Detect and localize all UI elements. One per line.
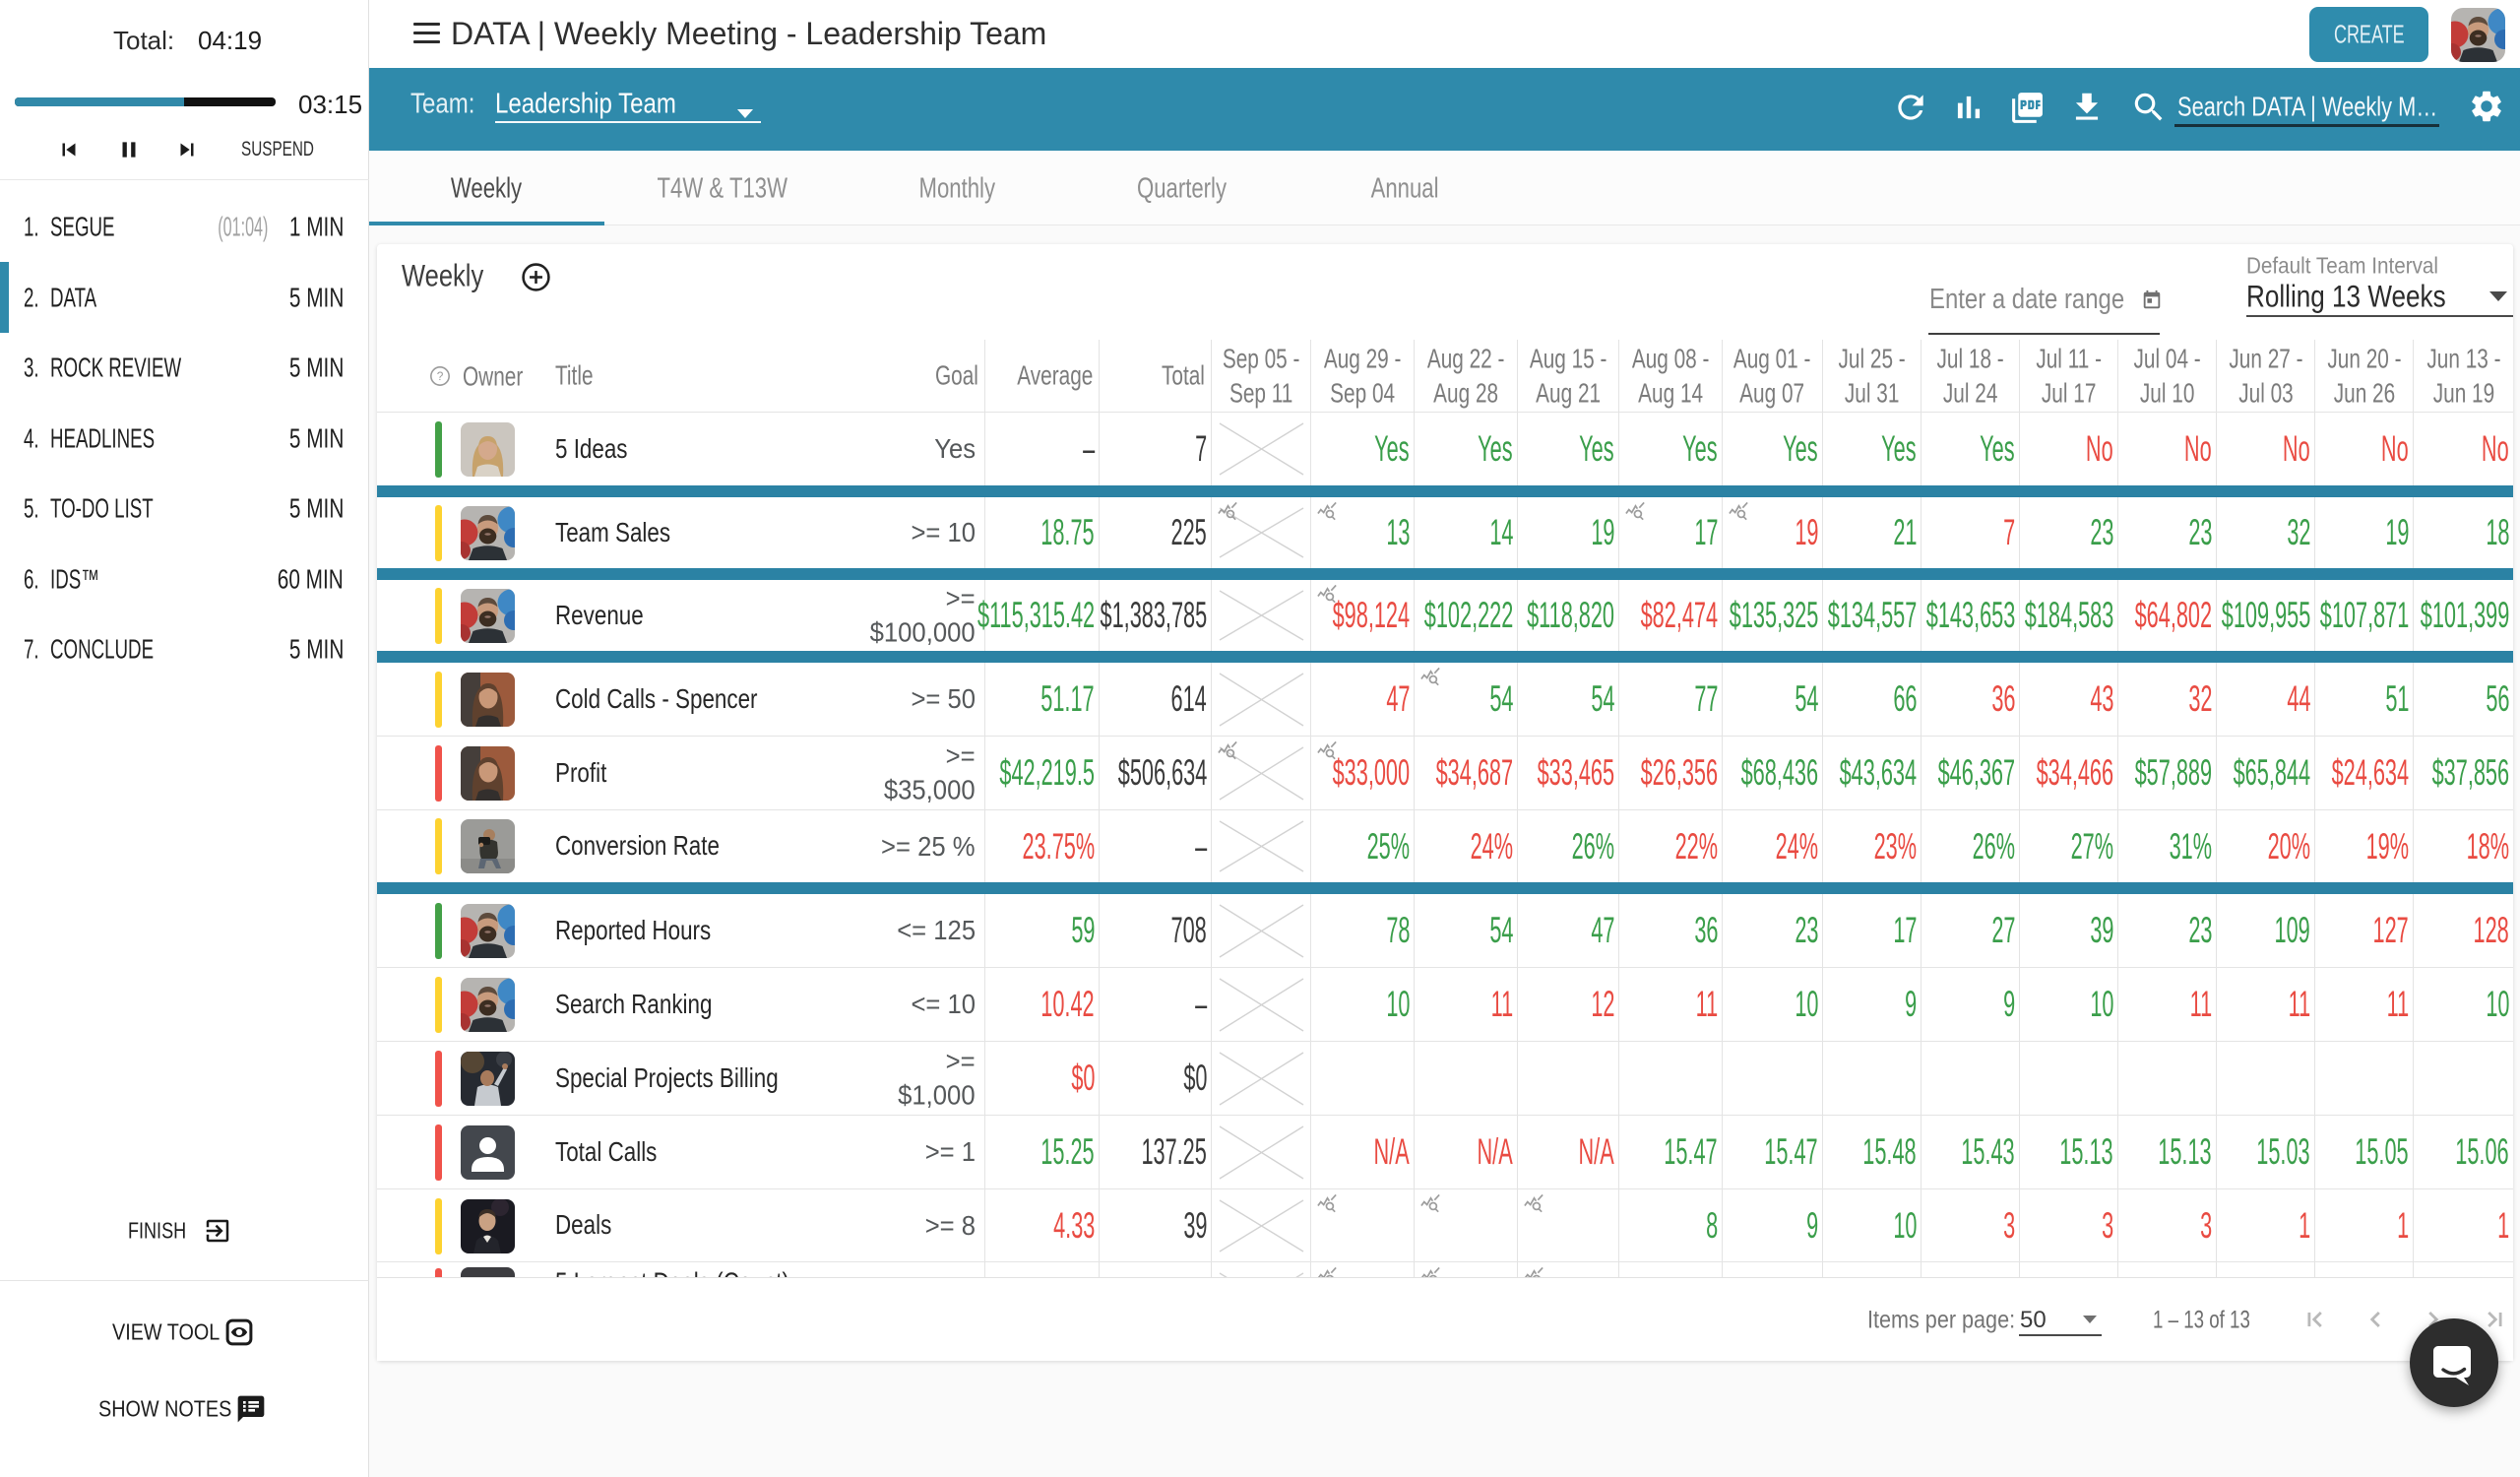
- svg-text:?: ?: [437, 369, 444, 383]
